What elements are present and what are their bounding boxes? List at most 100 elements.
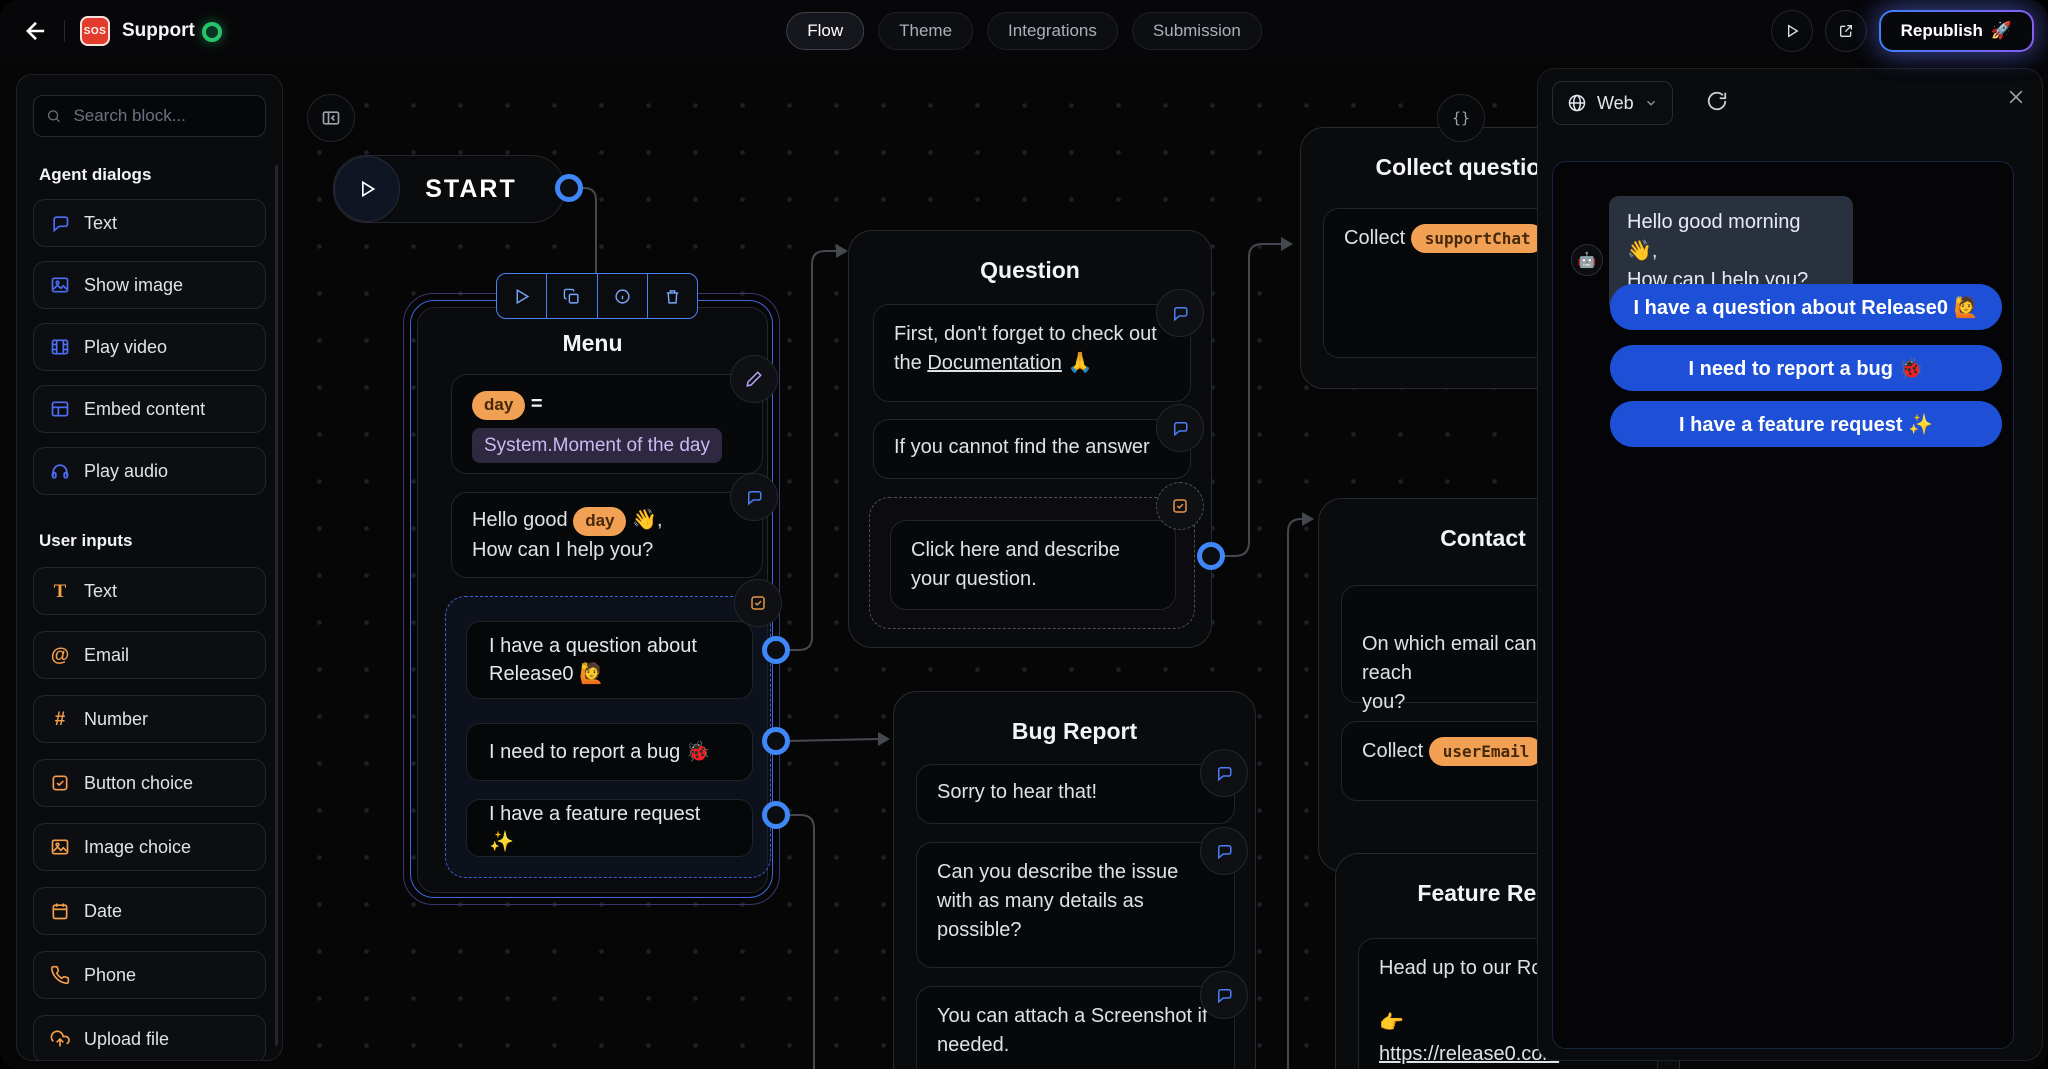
collected-variable-pill: supportChat: [1411, 224, 1545, 253]
connector-dot-start[interactable]: [555, 174, 583, 202]
chat-bubble-icon: [1215, 986, 1233, 1004]
sidebar-item-email-input[interactable]: @ Email: [33, 631, 266, 679]
image-icon: [50, 837, 70, 857]
delete-node-button[interactable]: [648, 274, 697, 318]
menu-choice-2[interactable]: I need to report a bug 🐞: [466, 723, 753, 781]
info-icon: [614, 288, 631, 305]
search-input[interactable]: [71, 105, 253, 127]
section-title-user-inputs: User inputs: [39, 531, 266, 551]
sidebar-item-text-input[interactable]: T Text: [33, 567, 266, 615]
preview-choice-2[interactable]: I need to report a bug 🐞: [1610, 345, 2002, 391]
republish-button[interactable]: Republish 🚀: [1879, 10, 2034, 52]
bubble-type-badge: [730, 473, 778, 521]
bot-title[interactable]: Support: [122, 20, 195, 42]
chat-bubble-icon: [50, 213, 70, 233]
text-input-placeholder-block[interactable]: Click here and describe your question.: [890, 520, 1176, 610]
preview-play-button[interactable]: [1771, 10, 1813, 52]
divider: [64, 20, 65, 42]
sidebar-scrollbar[interactable]: [275, 165, 278, 1046]
layout-icon: [50, 399, 70, 419]
share-button[interactable]: [1825, 10, 1867, 52]
question-node[interactable]: Question First, don't forget to check ou…: [848, 230, 1212, 648]
start-node[interactable]: START: [333, 155, 565, 223]
bug-bubble-1[interactable]: Sorry to hear that!: [916, 764, 1235, 824]
arrow-left-icon: [22, 17, 50, 45]
tab-integrations[interactable]: Integrations: [987, 12, 1118, 50]
text-icon: T: [50, 582, 70, 601]
upload-cloud-icon: [50, 1029, 70, 1049]
connector-dot-choice1[interactable]: [762, 636, 790, 664]
sidebar-item-play-audio[interactable]: Play audio: [33, 447, 266, 495]
close-preview-button[interactable]: [2006, 87, 2026, 107]
choice-type-badge: [734, 579, 782, 627]
chat-bubble-icon: [1215, 764, 1233, 782]
connector-dot-choice2[interactable]: [762, 727, 790, 755]
menu-choice-3[interactable]: I have a feature request ✨: [466, 799, 753, 857]
sidebar-item-show-image[interactable]: Show image: [33, 261, 266, 309]
bug-report-node-title: Bug Report: [894, 718, 1255, 745]
play-icon: [513, 288, 530, 305]
search-box[interactable]: [33, 95, 266, 137]
variables-button[interactable]: {}: [1437, 94, 1485, 142]
restart-preview-button[interactable]: [1706, 90, 1728, 112]
set-variable-block[interactable]: day = System.Moment of the day: [451, 374, 763, 474]
input-type-badge: [1156, 482, 1204, 530]
bug-bubble-2[interactable]: Can you describe the issue with as many …: [916, 842, 1235, 968]
preview-panel: Web 🤖 Hello good morning 👋, How can I he…: [1537, 68, 2043, 1061]
button-choice-group[interactable]: I have a question about Release0 🙋 I nee…: [445, 596, 771, 878]
sidebar-item-number-input[interactable]: # Number: [33, 695, 266, 743]
trash-icon: [664, 288, 681, 305]
bubble-type-badge: [1200, 749, 1248, 797]
hash-icon: #: [50, 710, 70, 729]
sidebar-item-button-choice[interactable]: Button choice: [33, 759, 266, 807]
text-input-group[interactable]: Click here and describe your question.: [869, 497, 1195, 629]
sidebar-item-play-video[interactable]: Play video: [33, 323, 266, 371]
variable-pill: day: [472, 391, 525, 420]
platform-select[interactable]: Web: [1552, 81, 1673, 125]
back-button[interactable]: [22, 17, 52, 47]
bug-bubble-3[interactable]: You can attach a Screenshot if needed.: [916, 986, 1235, 1069]
sidebar-item-upload-file[interactable]: Upload file: [33, 1015, 266, 1061]
film-icon: [50, 337, 70, 357]
copy-icon: [563, 288, 580, 305]
test-node-button[interactable]: [497, 274, 547, 318]
start-play-icon[interactable]: [334, 156, 400, 222]
question-bubble-1[interactable]: First, don't forget to check out the Doc…: [873, 304, 1191, 402]
connector-dot-question-output[interactable]: [1197, 542, 1225, 570]
documentation-link[interactable]: Documentation: [927, 352, 1062, 374]
question-node-title: Question: [849, 257, 1211, 284]
duplicate-node-button[interactable]: [547, 274, 597, 318]
sidebar-item-image-choice[interactable]: Image choice: [33, 823, 266, 871]
menu-choice-1[interactable]: I have a question about Release0 🙋: [466, 621, 753, 699]
chat-bubble-icon: [1215, 842, 1233, 860]
sidebar-item-embed-content[interactable]: Embed content: [33, 385, 266, 433]
connector-dot-choice3[interactable]: [762, 801, 790, 829]
braces-icon: {}: [1452, 109, 1470, 127]
chat-bubble-icon: [1171, 419, 1189, 437]
text-bubble-block[interactable]: Hello good day 👋, How can I help you?: [451, 492, 763, 578]
preview-choice-3[interactable]: I have a feature request ✨: [1610, 401, 2002, 447]
node-info-button[interactable]: [598, 274, 648, 318]
sidebar-item-date-input[interactable]: Date: [33, 887, 266, 935]
bot-avatar: 🤖: [1571, 244, 1603, 276]
question-bubble-2[interactable]: If you cannot find the answer: [873, 419, 1191, 479]
inline-variable-pill: day: [573, 507, 626, 536]
menu-node[interactable]: Menu day = System.Moment of the day Hell…: [417, 307, 768, 893]
collapse-sidebar-button[interactable]: [307, 94, 355, 142]
checkbox-icon: [749, 594, 767, 612]
chevron-down-icon: [1644, 96, 1658, 110]
bubble-type-badge: [1156, 289, 1204, 337]
edit-block-button[interactable]: [730, 355, 778, 403]
tab-flow[interactable]: Flow: [786, 12, 864, 50]
bot-logo: SOS: [80, 16, 110, 46]
preview-choice-1[interactable]: I have a question about Release0 🙋: [1610, 284, 2002, 330]
sidebar-item-phone-input[interactable]: Phone: [33, 951, 266, 999]
bug-report-node[interactable]: Bug Report Sorry to hear that! Can you d…: [893, 691, 1256, 1069]
tab-theme[interactable]: Theme: [878, 12, 973, 50]
equals-sign: =: [531, 393, 543, 415]
block-library-sidebar: Agent dialogs Text Show image Play video…: [16, 74, 283, 1061]
at-sign-icon: @: [50, 646, 70, 665]
sidebar-item-text-bubble[interactable]: Text: [33, 199, 266, 247]
published-status-dot: [202, 22, 222, 42]
tab-submission[interactable]: Submission: [1132, 12, 1262, 50]
